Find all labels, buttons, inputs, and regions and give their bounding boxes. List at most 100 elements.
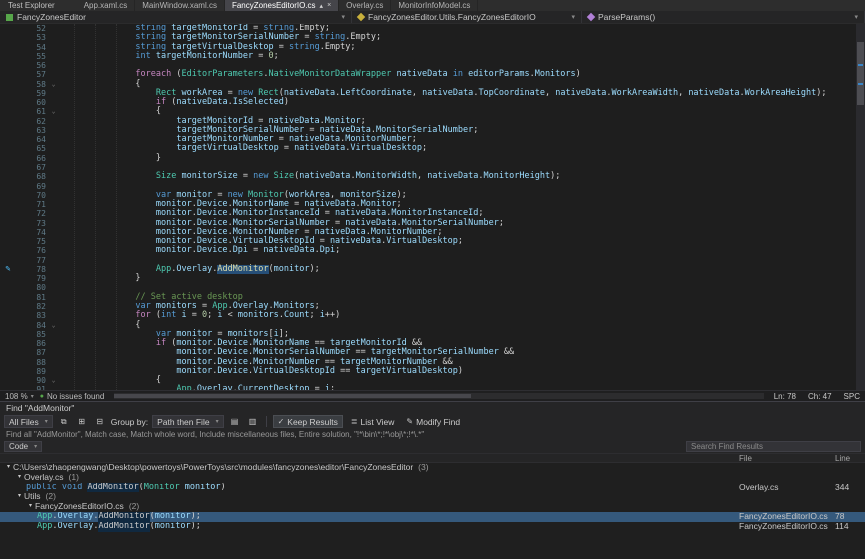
copy-icon[interactable]: ⧉ <box>57 415 71 428</box>
gutter-padding <box>61 182 74 191</box>
fold-chevron-icon[interactable]: ⌄ <box>46 107 61 116</box>
expander-icon[interactable]: ▾ <box>15 473 24 483</box>
code-filter-dropdown[interactable]: Code ▾ <box>4 441 42 452</box>
search-match-mark <box>858 83 863 85</box>
keep-results-label: Keep Results <box>287 417 338 427</box>
gutter-padding <box>61 321 74 330</box>
find-result-row[interactable]: public void AddMonitor(Monitor monitor)O… <box>0 483 865 493</box>
tab-monitorinfomodel-cs[interactable]: MonitorInfoModel.cs <box>391 0 478 11</box>
outline-margin <box>46 191 61 200</box>
line-number: 73 <box>16 219 46 228</box>
expander-icon[interactable]: ▾ <box>4 463 13 473</box>
find-result-group[interactable]: ▾FancyZonesEditorIO.cs(2) <box>0 502 865 512</box>
result-line: 114 <box>835 522 865 532</box>
class-icon <box>357 13 365 21</box>
gutter-padding <box>61 172 74 181</box>
find-result-group[interactable]: ▾C:\Users\zhaopengwang\Desktop\powertoys… <box>0 463 865 473</box>
code-token: Monitors <box>535 70 576 79</box>
line-column-header[interactable]: Line <box>835 454 865 463</box>
code-token: string <box>289 43 320 52</box>
editor-horizontal-scrollbar[interactable] <box>114 393 763 399</box>
type-dropdown[interactable]: FancyZonesEditor.Utils.FancyZonesEditorI… <box>352 11 582 23</box>
expander-icon[interactable]: ▾ <box>15 492 24 502</box>
tab-mainwindow-xaml-cs[interactable]: MainWindow.xaml.cs <box>135 0 225 11</box>
outline-margin <box>46 385 61 390</box>
code-token: = <box>279 144 294 153</box>
zoom-level: 108 % <box>5 392 28 401</box>
code-token: ( <box>166 98 176 107</box>
scope-dropdown[interactable]: All Files ▾ <box>4 415 53 428</box>
scrollbar-thumb[interactable] <box>857 42 864 104</box>
line-number: 82 <box>16 302 46 311</box>
code-token: nativeData <box>284 89 335 98</box>
outline-margin <box>46 172 61 181</box>
modify-find-label: Modify Find <box>416 417 460 427</box>
expand-all-icon[interactable]: ⊞ <box>75 415 89 428</box>
code-token: Device <box>217 367 248 376</box>
tab-fancyzoneseditorio-cs[interactable]: FancyZonesEditorIO.cs▴× <box>225 0 339 11</box>
editor-vertical-scrollbar[interactable] <box>856 24 865 390</box>
group-by-dropdown[interactable]: Path then File ▾ <box>152 415 223 428</box>
code-line[interactable]: 79 } <box>0 274 856 283</box>
code-line[interactable]: 76 monitor.Device.Dpi = nativeData.Dpi; <box>0 246 856 255</box>
code-lines: 52 string targetMonitorId = string.Empty… <box>0 24 856 390</box>
rows-view-icon[interactable]: ▤ <box>228 415 242 428</box>
close-icon[interactable]: × <box>327 2 331 9</box>
search-find-results-input[interactable] <box>686 441 861 452</box>
find-result-row[interactable]: App.Overlay.AddMonitor(monitor);FancyZon… <box>0 512 865 522</box>
line-number: 59 <box>16 89 46 98</box>
zoom-dropdown[interactable]: 108 % ▾ <box>5 392 34 401</box>
code-token <box>74 52 135 61</box>
project-dropdown[interactable]: FancyZonesEditor ▾ <box>0 11 352 23</box>
outline-margin <box>46 98 61 107</box>
code-line[interactable]: 66 } <box>0 154 856 163</box>
expander-icon[interactable]: ▾ <box>26 502 35 512</box>
find-result-group[interactable]: ▾Overlay.cs(1) <box>0 473 865 483</box>
member-dropdown[interactable]: ParseParams() ▾ <box>582 11 865 23</box>
line-number: 85 <box>16 330 46 339</box>
collapse-all-icon[interactable]: ⊟ <box>93 415 107 428</box>
code-line[interactable]: 91 App.Overlay.CurrentDesktop = i; <box>0 385 856 390</box>
chevron-down-icon: ▾ <box>341 13 345 21</box>
columns-view-icon[interactable]: ▥ <box>246 415 260 428</box>
tab-app-xaml-cs[interactable]: App.xaml.cs <box>77 0 136 11</box>
outline-margin <box>46 283 61 292</box>
group-label: Utils <box>24 492 41 502</box>
code-token: Device <box>197 246 228 255</box>
fold-chevron-icon[interactable]: ⌄ <box>46 321 61 330</box>
code-line[interactable]: 55 int targetMonitorNumber = 0; <box>0 52 856 61</box>
file-column-header[interactable]: File <box>739 454 835 463</box>
modify-find-button[interactable]: ✎ Modify Find <box>402 415 464 428</box>
gutter-padding <box>61 52 74 61</box>
gutter-margin <box>0 52 16 61</box>
document-health-indicator[interactable]: ● No issues found <box>40 392 105 401</box>
result-code-token: Monitor <box>144 483 180 493</box>
outline-margin <box>46 24 61 33</box>
outline-margin <box>46 274 61 283</box>
code-editor[interactable]: 52 string targetMonitorId = string.Empty… <box>0 24 865 390</box>
line-number: 81 <box>16 293 46 302</box>
code-line[interactable]: 68 Size monitorSize = new Size(nativeDat… <box>0 172 856 181</box>
keep-results-toggle[interactable]: ✓ Keep Results <box>273 415 343 428</box>
fold-chevron-icon[interactable]: ⌄ <box>46 80 61 89</box>
list-view-label: List View <box>361 417 395 427</box>
fold-chevron-icon[interactable]: ⌄ <box>46 376 61 385</box>
scrollbar-thumb[interactable] <box>114 394 471 398</box>
line-number: 54 <box>16 43 46 52</box>
code-token: nativeData <box>427 172 478 181</box>
tab-test-explorer[interactable]: Test Explorer <box>0 0 63 11</box>
find-results-tree: ▾C:\Users\zhaopengwang\Desktop\powertoys… <box>0 463 865 559</box>
code-token: Count <box>284 311 310 320</box>
gutter-padding <box>61 144 74 153</box>
result-code-token: monitor <box>155 522 191 532</box>
find-result-group[interactable]: ▾Utils(2) <box>0 492 865 502</box>
find-result-row[interactable]: App.Overlay.AddMonitor(monitor);FancyZon… <box>0 522 865 532</box>
gutter-margin <box>0 24 16 33</box>
gutter-padding <box>61 219 74 228</box>
gutter-padding <box>61 135 74 144</box>
list-view-toggle[interactable]: ≣ List View <box>347 415 399 428</box>
tab-overlay-cs[interactable]: Overlay.cs <box>339 0 391 11</box>
pin-icon[interactable]: ▴ <box>320 2 324 10</box>
gutter-padding <box>61 107 74 116</box>
gutter-padding <box>61 209 74 218</box>
